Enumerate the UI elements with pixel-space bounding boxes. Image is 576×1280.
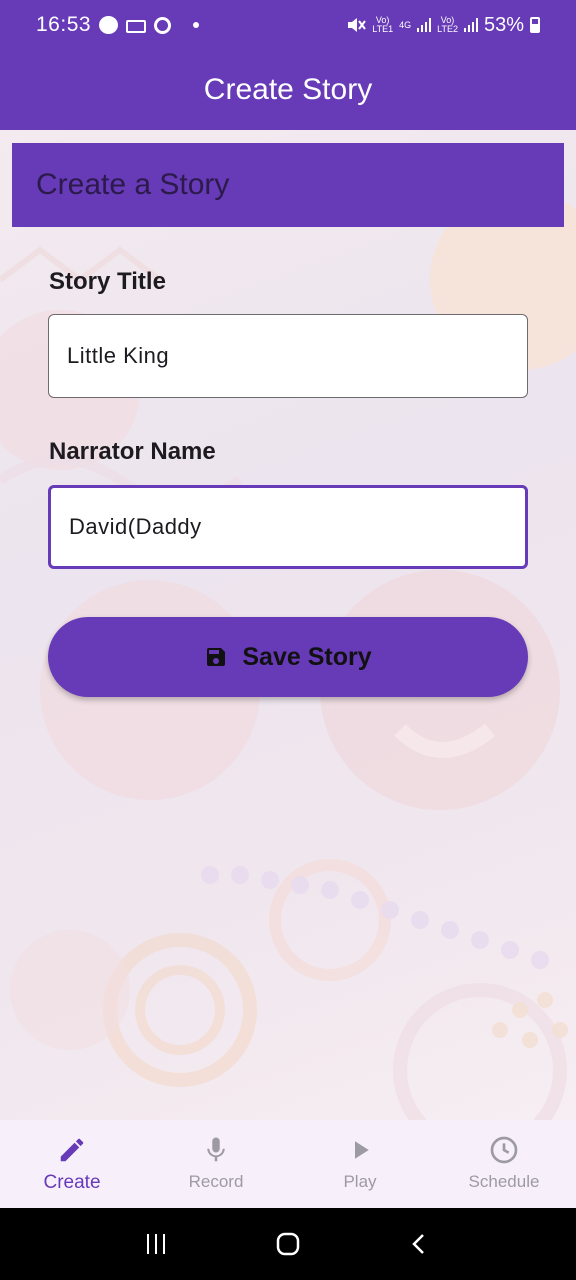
bottom-navigation: Create Record Play Schedule	[0, 1120, 576, 1208]
battery-icon	[530, 17, 540, 33]
nav-item-record[interactable]: Record	[144, 1120, 288, 1208]
section-header: Create a Story	[12, 143, 564, 227]
status-time: 16:53	[36, 13, 92, 36]
save-story-label: Save Story	[242, 642, 372, 671]
microphone-icon	[200, 1134, 232, 1166]
nav-label-record: Record	[188, 1172, 244, 1191]
status-right: Vo) LTE1 4G Vo) LTE2 53%	[346, 14, 540, 37]
battery-percent: 53%	[483, 13, 524, 36]
sim2-label: Vo) LTE2	[437, 16, 458, 34]
section-title: Create a Story	[36, 168, 230, 201]
narrator-name-input[interactable]: David(Daddy	[48, 485, 528, 569]
app-bar-title: Create Story	[203, 73, 373, 106]
mute-icon	[348, 18, 367, 32]
network-type-label: 4G	[399, 19, 412, 30]
signal-bars-2-icon	[463, 18, 478, 32]
nav-label-create: Create	[43, 1172, 101, 1193]
nav-item-play[interactable]: Play	[288, 1120, 432, 1208]
narrator-name-value: David(Daddy	[69, 514, 202, 539]
chrome-notification-icon	[154, 16, 172, 34]
message-notification-icon	[99, 16, 119, 34]
story-title-label: Story Title	[49, 268, 166, 295]
nav-label-play: Play	[343, 1172, 377, 1191]
back-icon[interactable]	[400, 1224, 440, 1264]
story-title-value: Little King	[67, 343, 170, 368]
nav-item-schedule[interactable]: Schedule	[432, 1120, 576, 1208]
clock-icon	[488, 1134, 520, 1166]
pencil-icon	[56, 1134, 88, 1166]
home-icon[interactable]	[268, 1224, 308, 1264]
sim1-label: Vo) LTE1	[372, 16, 393, 34]
more-notifications-dot-icon	[193, 22, 200, 28]
sim2-bottom-label: LTE2	[437, 24, 458, 34]
system-navigation-bar	[0, 1208, 576, 1280]
save-story-button[interactable]: Save Story	[48, 617, 528, 697]
nav-label-schedule: Schedule	[468, 1172, 540, 1191]
status-bar: 16:53 Vo) LTE1 4G Vo) LTE2 53%	[0, 0, 576, 50]
sim1-bottom-label: LTE1	[372, 24, 394, 34]
narrator-name-label: Narrator Name	[49, 438, 216, 465]
signal-bars-1-icon	[417, 18, 432, 32]
story-title-input[interactable]: Little King	[48, 314, 528, 398]
recent-apps-icon[interactable]	[136, 1224, 176, 1264]
status-left: 16:53	[36, 13, 200, 37]
app-bar: Create Story	[0, 50, 576, 130]
nav-item-create[interactable]: Create	[0, 1120, 144, 1208]
laptop-notification-icon	[126, 19, 147, 33]
save-icon	[207, 648, 226, 666]
play-icon	[344, 1134, 376, 1166]
